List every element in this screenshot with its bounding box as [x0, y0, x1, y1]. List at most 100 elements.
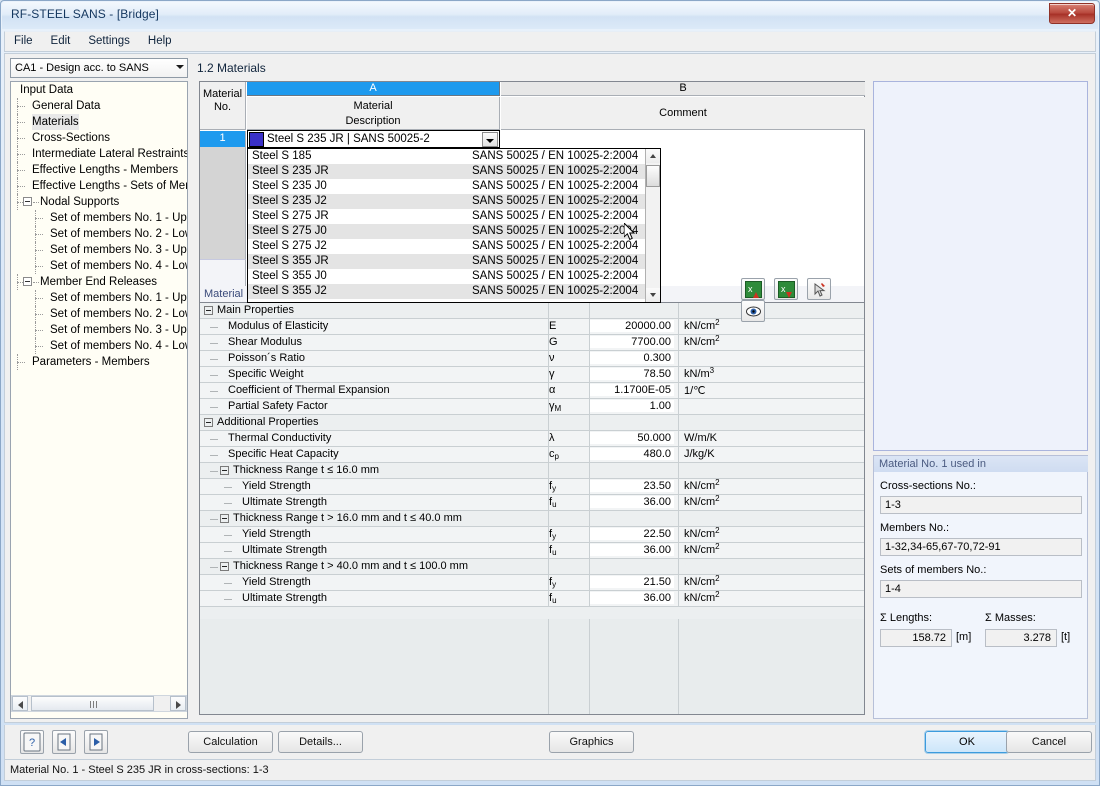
graphics-button[interactable]: Graphics	[549, 731, 634, 753]
scroll-right-icon[interactable]	[170, 696, 186, 711]
sidebar-item-set-of-members-no-1-upper-chord[interactable]: Set of members No. 1 - Upper Chord	[11, 290, 187, 306]
scroll-up-icon[interactable]	[646, 149, 660, 163]
menu-item-edit[interactable]: Edit	[42, 32, 80, 50]
property-value[interactable]: 36.00	[590, 544, 674, 556]
sidebar-item-materials[interactable]: Materials	[11, 114, 187, 130]
property-row[interactable]: Coefficient of Thermal Expansion α 1.1700E…	[200, 383, 864, 399]
sidebar-item-general-data[interactable]: General Data	[11, 98, 187, 114]
menu-item-help[interactable]: Help	[139, 32, 181, 50]
dropdown-option[interactable]: Steel S 355 J0 SANS 50025 / EN 10025-2:20…	[248, 269, 660, 284]
column-header-b[interactable]: B	[501, 82, 865, 96]
material-color-swatch[interactable]	[249, 132, 264, 147]
scroll-left-icon[interactable]	[12, 696, 28, 711]
design-case-dropdown[interactable]: CA1 - Design acc. to SANS	[10, 58, 188, 78]
scroll-thumb[interactable]	[31, 696, 154, 711]
sidebar-item-effective-lengths-members[interactable]: Effective Lengths - Members	[11, 162, 187, 178]
dropdown-option[interactable]: Steel S 235 J0 SANS 50025 / EN 10025-2:20…	[248, 179, 660, 194]
tree-expander-icon[interactable]	[23, 197, 32, 206]
property-row[interactable]: Partial Safety Factor γM 1.00	[200, 399, 864, 415]
dropdown-option[interactable]: Steel S 355 JR SANS 50025 / EN 10025-2:20…	[248, 254, 660, 269]
dropdown-option[interactable]: Steel S 185 SANS 50025 / EN 10025-2:2004	[248, 149, 660, 164]
sidebar-item-set-of-members-no-4-lower-chord[interactable]: Set of members No. 4 - Lower Chord	[11, 258, 187, 274]
sidebar-item-set-of-members-no-1-upper-chord[interactable]: Set of members No. 1 - Upper Chord	[11, 210, 187, 226]
group-collapse-icon[interactable]	[204, 306, 213, 315]
sidebar-item-member-end-releases[interactable]: Member End Releases	[11, 274, 187, 290]
property-value[interactable]: 21.50	[590, 576, 674, 588]
members-field[interactable]: 1-32,34-65,67-70,72-91	[880, 538, 1082, 556]
property-group-row[interactable]: Thickness Range t > 16.0 mm and t ≤ 40.0…	[200, 511, 864, 527]
dropdown-scrollbar[interactable]	[645, 149, 660, 302]
column-header-a[interactable]: A	[247, 82, 500, 96]
dropdown-scroll-thumb[interactable]	[646, 165, 660, 187]
property-row[interactable]: Specific Heat Capacity cp 480.0 J/kg/K	[200, 447, 864, 463]
cross-sections-field[interactable]: 1-3	[880, 496, 1082, 514]
property-row[interactable]: Ultimate Strength fu 36.00 kN/cm2	[200, 542, 864, 559]
calculation-button[interactable]: Calculation	[188, 731, 273, 753]
sidebar-item-set-of-members-no-3-upper-chord[interactable]: Set of members No. 3 - Upper Chord	[11, 322, 187, 338]
materials-table[interactable]: Material No. A B Material Description Co…	[199, 81, 865, 322]
close-icon[interactable]: ✕	[1049, 3, 1095, 24]
property-value[interactable]: 36.00	[590, 496, 674, 508]
dropdown-option[interactable]: Steel S 275 JR SANS 50025 / EN 10025-2:20…	[248, 209, 660, 224]
import-material-icon[interactable]: x	[741, 278, 765, 300]
sidebar-item-set-of-members-no-2-lower-chord[interactable]: Set of members No. 2 - Lower Chord	[11, 226, 187, 242]
property-value[interactable]: 50.000	[590, 432, 674, 444]
dropdown-option[interactable]: Steel S 355 J2 SANS 50025 / EN 10025-2:20…	[248, 284, 660, 299]
sidebar-item-set-of-members-no-4-lower-chord[interactable]: Set of members No. 4 - Lower Chord	[11, 338, 187, 354]
navigation-tree[interactable]: Input Data General Data Materials Cross-Sec…	[10, 81, 188, 719]
material-description-combo[interactable]: Steel S 235 JR | SANS 50025-2	[247, 130, 500, 148]
tree-expander-icon[interactable]	[23, 277, 32, 286]
property-row[interactable]: Yield Strength fy 23.50 kN/cm2	[200, 478, 864, 495]
row-number-cell[interactable]: 1	[200, 131, 246, 147]
property-value[interactable]: 36.00	[590, 592, 674, 604]
material-dropdown-list[interactable]: Steel S 185 SANS 50025 / EN 10025-2:2004 S…	[247, 148, 661, 303]
scroll-down-icon[interactable]	[646, 288, 660, 302]
property-value[interactable]: 22.50	[590, 528, 674, 540]
view-material-icon[interactable]	[741, 300, 765, 322]
dropdown-option[interactable]: Steel S 235 JR SANS 50025 / EN 10025-2:20…	[248, 164, 660, 179]
menu-item-settings[interactable]: Settings	[79, 32, 139, 50]
property-row[interactable]: Ultimate Strength fu 36.00 kN/cm2	[200, 590, 864, 607]
dropdown-option[interactable]: Steel S 235 J2 SANS 50025 / EN 10025-2:20…	[248, 194, 660, 209]
previous-arrow-icon[interactable]	[52, 730, 76, 754]
property-value[interactable]: 78.50	[590, 368, 674, 380]
menu-item-file[interactable]: File	[5, 32, 42, 50]
next-arrow-icon[interactable]	[84, 730, 108, 754]
property-value[interactable]: 480.0	[590, 448, 674, 460]
property-value[interactable]: 1.00	[590, 400, 674, 412]
group-collapse-icon[interactable]	[220, 562, 229, 571]
cancel-button[interactable]: Cancel	[1006, 731, 1092, 753]
details-button[interactable]: Details...	[278, 731, 363, 753]
property-row[interactable]: Poisson´s Ratio ν 0.300	[200, 351, 864, 367]
combo-dropdown-button[interactable]	[482, 132, 498, 147]
sidebar-item-intermediate-lateral-restraints[interactable]: Intermediate Lateral Restraints	[11, 146, 187, 162]
property-row[interactable]: Yield Strength fy 22.50 kN/cm2	[200, 526, 864, 543]
sidebar-item-effective-lengths-sets-of-members[interactable]: Effective Lengths - Sets of Members	[11, 178, 187, 194]
export-material-icon[interactable]: x	[774, 278, 799, 300]
sidebar-item-nodal-supports[interactable]: Nodal Supports	[11, 194, 187, 210]
tree-horizontal-scrollbar[interactable]	[11, 695, 187, 712]
dropdown-option[interactable]: Steel S 275 J2 SANS 50025 / EN 10025-2:20…	[248, 239, 660, 254]
sidebar-item-cross-sections[interactable]: Cross-Sections	[11, 130, 187, 146]
property-group-row[interactable]: Thickness Range t > 40.0 mm and t ≤ 100.…	[200, 559, 864, 575]
ok-button[interactable]: OK	[924, 730, 1010, 754]
property-value[interactable]: 23.50	[590, 480, 674, 492]
dropdown-option[interactable]: Steel S 275 J0 SANS 50025 / EN 10025-2:20…	[248, 224, 660, 239]
group-collapse-icon[interactable]	[220, 466, 229, 475]
property-row[interactable]: Shear Modulus G 7700.00 kN/cm2	[200, 334, 864, 351]
property-value[interactable]: 0.300	[590, 352, 674, 364]
property-row[interactable]: Ultimate Strength fu 36.00 kN/cm2	[200, 494, 864, 511]
sidebar-item-set-of-members-no-3-upper-chord[interactable]: Set of members No. 3 - Upper Chord	[11, 242, 187, 258]
question-mark-icon[interactable]: ?	[20, 730, 44, 754]
property-row[interactable]: Yield Strength fy 21.50 kN/cm2	[200, 574, 864, 591]
property-group-row[interactable]: Thickness Range t ≤ 16.0 mm	[200, 463, 864, 479]
sets-of-members-field[interactable]: 1-4	[880, 580, 1082, 598]
property-row[interactable]: Specific Weight γ 78.50 kN/m3	[200, 366, 864, 383]
group-collapse-icon[interactable]	[220, 514, 229, 523]
sidebar-item-set-of-members-no-2-lower-chord[interactable]: Set of members No. 2 - Lower Chord	[11, 306, 187, 322]
property-value[interactable]: 1.1700E-05	[590, 384, 674, 396]
property-group-row[interactable]: Additional Properties	[200, 415, 864, 431]
property-value[interactable]: 7700.00	[590, 336, 674, 348]
sidebar-item-input-data[interactable]: Input Data	[11, 82, 187, 98]
pick-material-icon[interactable]	[807, 278, 832, 300]
